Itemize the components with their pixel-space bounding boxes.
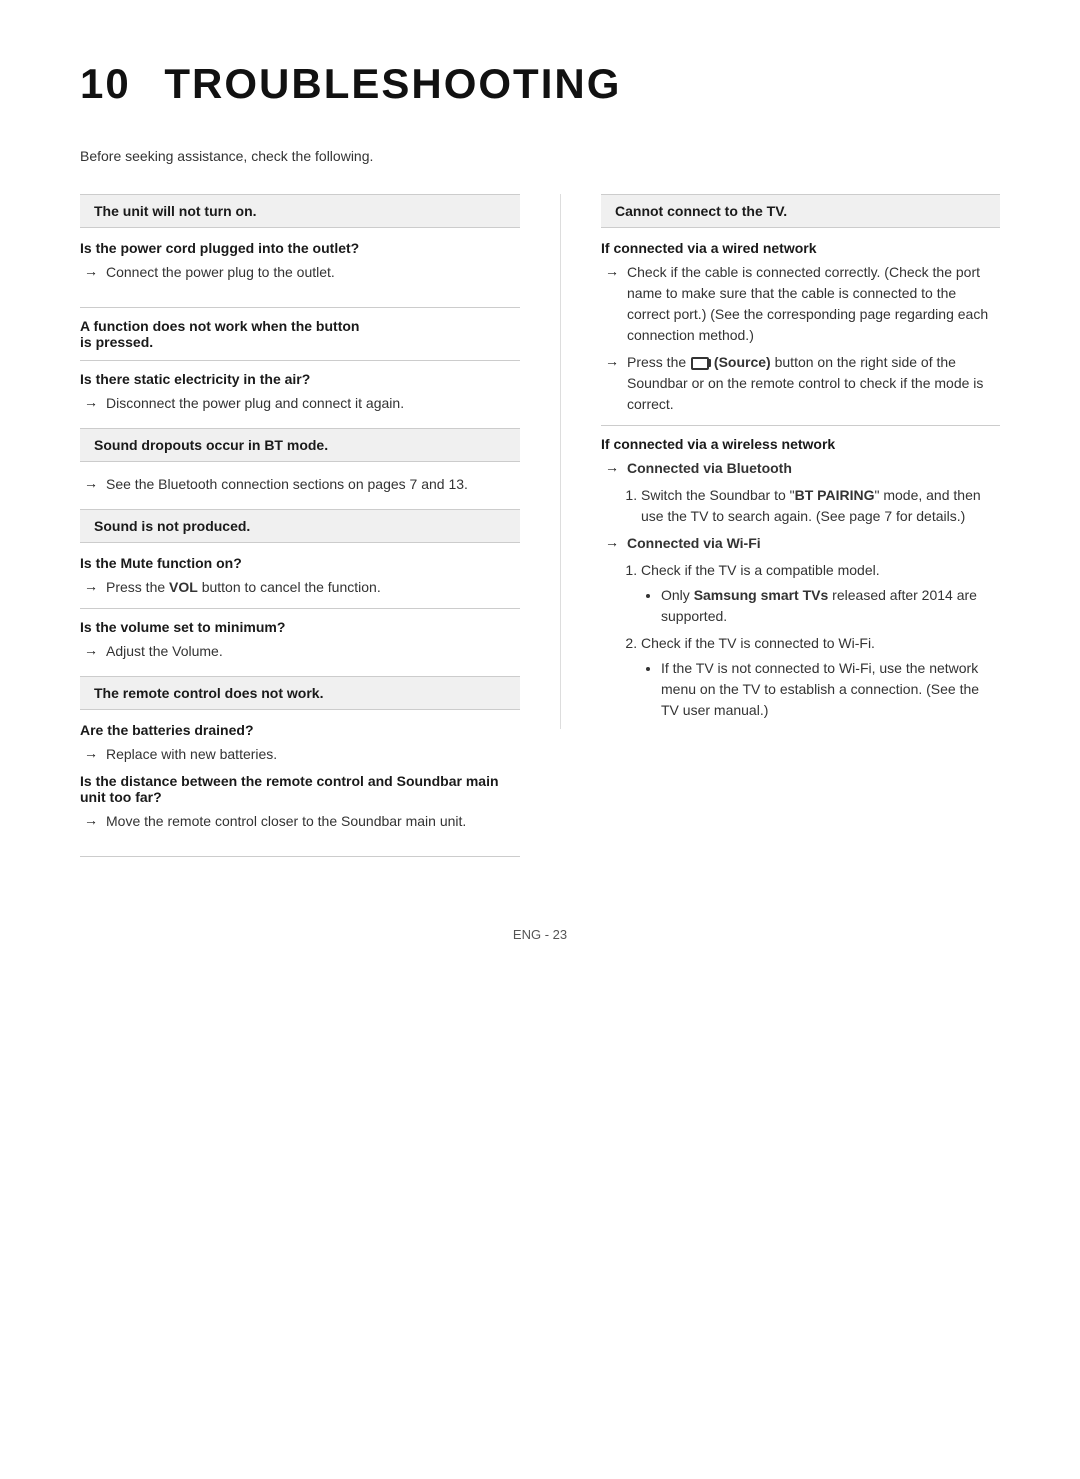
connected-bluetooth-text: Connected via Bluetooth [627, 458, 792, 479]
arrow-icon: → [605, 534, 619, 550]
bullet-distance: → Move the remote control closer to the … [80, 811, 520, 832]
subsection-wireless: If connected via a wireless network [601, 436, 1000, 452]
bullet-volume: → Adjust the Volume. [80, 641, 520, 662]
bullet-mute: → Press the VOL button to cancel the fun… [80, 577, 520, 598]
footer: ENG - 23 [80, 927, 1000, 942]
divider [601, 425, 1000, 426]
question-volume: Is the volume set to minimum? [80, 619, 520, 635]
arrow-icon: → [84, 475, 98, 491]
arrow-icon: → [84, 745, 98, 761]
question-batteries: Are the batteries drained? [80, 722, 520, 738]
chapter-number: 10 [80, 60, 131, 107]
section-unit-no-turn-on: The unit will not turn on. Is the power … [80, 194, 520, 289]
bullet-text-distance: Move the remote control closer to the So… [106, 811, 466, 832]
intro-paragraph: Before seeking assistance, check the fol… [80, 148, 1000, 164]
arrow-icon: → [84, 578, 98, 594]
bullet-wired-1: → Check if the cable is connected correc… [601, 262, 1000, 346]
arrow-icon: → [84, 812, 98, 828]
main-content: The unit will not turn on. Is the power … [80, 194, 1000, 867]
arrow-icon: → [605, 459, 619, 475]
bullet-text-wired-2: Press the (Source) button on the right s… [627, 352, 1000, 415]
bullet-text-static: Disconnect the power plug and connect it… [106, 393, 404, 414]
title-text: TROUBLESHOOTING [164, 60, 621, 107]
question-static: Is there static electricity in the air? [80, 371, 520, 387]
bullet-text-batteries: Replace with new batteries. [106, 744, 277, 765]
bullet-power-cord: → Connect the power plug to the outlet. [80, 262, 520, 283]
section-header-sound: Sound is not produced. [80, 509, 520, 543]
question-distance: Is the distance between the remote contr… [80, 773, 520, 805]
bullet-bluetooth: → See the Bluetooth connection sections … [80, 474, 520, 495]
connected-wifi-label: → Connected via Wi-Fi [601, 533, 1000, 554]
wifi-dot-1: Only Samsung smart TVs released after 20… [661, 585, 1000, 627]
subsection-wired: If connected via a wired network [601, 240, 1000, 256]
bluetooth-numbered-list: Switch the Soundbar to "BT PAIRING" mode… [601, 485, 1000, 527]
question-mute: Is the Mute function on? [80, 555, 520, 571]
wifi-step-2-dots: If the TV is not connected to Wi-Fi, use… [641, 658, 1000, 721]
bluetooth-ol: Switch the Soundbar to "BT PAIRING" mode… [621, 485, 1000, 527]
section-sound-dropouts: Sound dropouts occur in BT mode. → See t… [80, 428, 520, 501]
wifi-step-1: Check if the TV is a compatible model. O… [641, 560, 1000, 627]
section-header-remote: The remote control does not work. [80, 676, 520, 710]
right-col-inner: Cannot connect to the TV. If connected v… [560, 194, 1000, 729]
arrow-icon: → [84, 642, 98, 658]
bullet-text-wired-1: Check if the cable is connected correctl… [627, 262, 1000, 346]
bullet-text-mute: Press the VOL button to cancel the funct… [106, 577, 381, 598]
section-header-function: A function does not work when the button… [80, 318, 520, 350]
section-header-tv: Cannot connect to the TV. [601, 194, 1000, 228]
section-function-no-work: A function does not work when the button… [80, 318, 520, 420]
section-sound-not-produced: Sound is not produced. Is the Mute funct… [80, 509, 520, 668]
divider [80, 608, 520, 609]
bullet-text-volume: Adjust the Volume. [106, 641, 223, 662]
wifi-step-1-dots: Only Samsung smart TVs released after 20… [641, 585, 1000, 627]
bullet-static: → Disconnect the power plug and connect … [80, 393, 520, 414]
question-power-cord: Is the power cord plugged into the outle… [80, 240, 520, 256]
divider [80, 307, 520, 308]
bullet-text-power-cord: Connect the power plug to the outlet. [106, 262, 335, 283]
section-cannot-connect: Cannot connect to the TV. If connected v… [601, 194, 1000, 721]
wifi-dot-2: If the TV is not connected to Wi-Fi, use… [661, 658, 1000, 721]
arrow-icon: → [605, 263, 619, 279]
arrow-icon: → [605, 353, 619, 369]
arrow-icon: → [84, 263, 98, 279]
section-remote-no-work: The remote control does not work. Are th… [80, 676, 520, 838]
connected-wifi-text: Connected via Wi-Fi [627, 533, 761, 554]
left-column: The unit will not turn on. Is the power … [80, 194, 520, 867]
page-title: 10 TROUBLESHOOTING [80, 60, 1000, 108]
section-header-unit: The unit will not turn on. [80, 194, 520, 228]
right-column: Cannot connect to the TV. If connected v… [560, 194, 1000, 867]
section-header-dropouts: Sound dropouts occur in BT mode. [80, 428, 520, 462]
arrow-icon: → [84, 394, 98, 410]
wifi-content: Check if the TV is a compatible model. O… [601, 560, 1000, 721]
bluetooth-step-1: Switch the Soundbar to "BT PAIRING" mode… [641, 485, 1000, 527]
wifi-ol: Check if the TV is a compatible model. O… [621, 560, 1000, 721]
bullet-wired-2: → Press the (Source) button on the right… [601, 352, 1000, 415]
bullet-batteries: → Replace with new batteries. [80, 744, 520, 765]
connected-bluetooth-label: → Connected via Bluetooth [601, 458, 1000, 479]
divider [80, 360, 520, 361]
bullet-text-bluetooth: See the Bluetooth connection sections on… [106, 474, 468, 495]
divider [80, 856, 520, 857]
wifi-step-2: Check if the TV is connected to Wi-Fi. I… [641, 633, 1000, 721]
